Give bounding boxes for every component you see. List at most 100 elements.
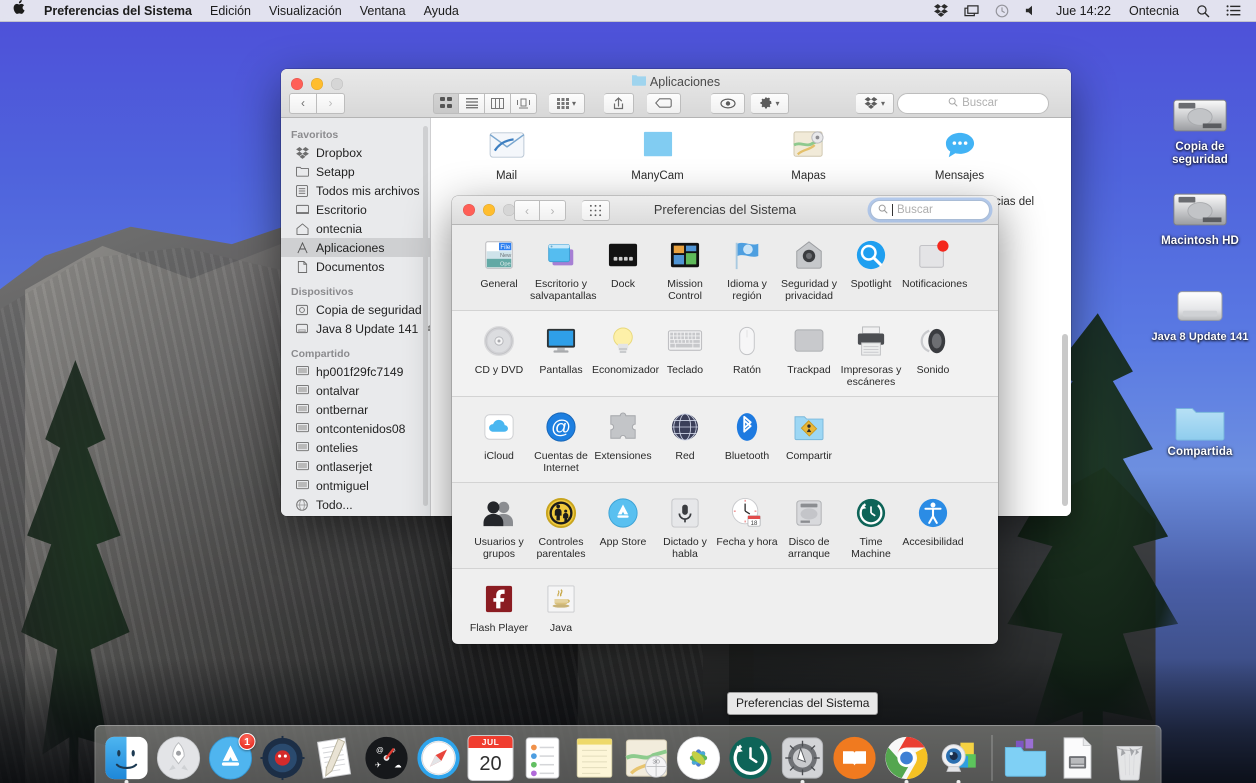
pref-java[interactable]: Java [530,579,592,635]
dock-item-downloads-stack[interactable] [1055,735,1101,781]
sidebar-item-todos-mis-archivos[interactable]: Todos mis archivos [281,181,430,200]
sysprefs-search-input[interactable]: Buscar [870,200,990,220]
pref-flash-player[interactable]: Flash Player [468,579,530,635]
sidebar-item-hp001f29fc7149[interactable]: hp001f29fc7149 [281,362,430,381]
dock-item-app-store[interactable]: 1 [208,733,256,781]
pref-pantallas[interactable]: Pantallas [530,321,592,388]
finder-item-manycam[interactable]: ManyCam [582,124,733,182]
quicklook-button[interactable] [711,92,745,114]
sysprefs-titlebar[interactable]: ‹ › Preferencias del Sistema Buscar [452,196,998,225]
sidebar-item-ontmiguel[interactable]: ontmiguel [281,476,430,495]
sidebar-item-ontbernar[interactable]: ontbernar [281,400,430,419]
dropbox-icon[interactable] [926,4,956,17]
menu-item-ayuda[interactable]: Ayuda [415,0,468,22]
finder-item-mapas[interactable]: Mapas [733,124,884,182]
sidebar-item-escritorio[interactable]: Escritorio [281,200,430,219]
dock-item-textedit[interactable] [312,735,358,781]
back-button[interactable]: ‹ [289,92,317,114]
sidebar-item-ontelies[interactable]: ontelies [281,438,430,457]
sidebar-scrollbar[interactable] [423,126,428,506]
dock-item-notes[interactable] [572,735,618,781]
view-mode-buttons[interactable] [433,92,537,114]
share-button[interactable] [604,92,634,114]
dock-item-manycam[interactable] [936,735,982,783]
sidebar-item-ontecnia[interactable]: ontecnia [281,219,430,238]
pref-dock[interactable]: Dock [592,235,654,302]
nav-buttons[interactable]: ‹ › [289,92,345,114]
sidebar-item-todo[interactable]: Todo... [281,495,430,514]
action-menu-button[interactable]: ▾ [751,92,789,114]
dock[interactable]: 1 @♪✈☁ JUL 20 30 [94,725,1162,783]
finder-sidebar[interactable]: Favoritos Dropbox Setapp Todos mis archi… [281,118,431,516]
desktop-icon-copia-de-seguridad[interactable]: Copia de seguridad [1148,78,1252,166]
sidebar-item-ontalvar[interactable]: ontalvar [281,381,430,400]
dock-item-photos[interactable] [676,735,722,781]
system-preferences-window[interactable]: ‹ › Preferencias del Sistema Buscar File… [452,196,998,644]
dock-item-time-machine[interactable] [728,735,774,781]
pref-impresoras-y-escaneres[interactable]: Impresoras y escáneres [840,321,902,388]
pref-general[interactable]: File New Ope General [468,235,530,302]
arrange-button[interactable]: ▾ [549,92,585,114]
sidebar-item-ontcontenidos08[interactable]: ontcontenidos08 [281,419,430,438]
desktop-icon-compartida[interactable]: Compartida [1148,383,1252,459]
dock-item-dashboard[interactable]: @♪✈☁ [364,735,410,781]
pref-icloud[interactable]: iCloud [468,407,530,474]
pref-mission-control[interactable]: Mission Control [654,235,716,302]
displays-mirror-icon[interactable] [956,4,987,17]
sidebar-item-aplicaciones[interactable]: Aplicaciones [281,238,430,257]
sidebar-item-copia-de-seguridad[interactable]: Copia de seguridad [281,300,430,319]
dock-item-finder[interactable] [104,735,150,783]
dock-item-documents-folder[interactable] [1003,735,1049,781]
apple-logo-icon[interactable] [8,0,35,22]
pref-trackpad[interactable]: Trackpad [778,321,840,388]
pref-bluetooth[interactable]: Bluetooth [716,407,778,474]
column-view-button[interactable] [485,92,511,114]
finder-item-mensajes[interactable]: Mensajes [884,124,1035,182]
content-scrollbar[interactable] [1062,334,1068,506]
dock-item-antivirus[interactable] [260,735,306,781]
sidebar-item-ontlaserjet[interactable]: ontlaserjet [281,457,430,476]
sidebar-item-documentos[interactable]: Documentos [281,257,430,276]
finder-toolbar[interactable]: ‹ › ▾ ▾ ▾ Buscar [281,89,1071,117]
list-icon[interactable] [1218,4,1249,17]
finder-search-input[interactable]: Buscar [897,92,1049,114]
tag-button[interactable] [647,92,681,114]
pref-economizador[interactable]: Economizador [592,321,659,388]
forward-button[interactable]: › [317,92,345,114]
dock-item-safari[interactable] [416,735,462,781]
pref-app-store[interactable]: App Store [592,493,654,560]
volume-icon[interactable] [1017,4,1047,17]
icon-view-button[interactable] [433,92,459,114]
pref-sonido[interactable]: Sonido [902,321,964,388]
dock-item-chrome[interactable] [884,735,930,783]
pref-accesibilidad[interactable]: Accesibilidad [902,493,964,560]
pref-controles-parentales[interactable]: Controles parentales [530,493,592,560]
menu-item-visualizacion[interactable]: Visualización [260,0,351,22]
pref-compartir[interactable]: Compartir [778,407,840,474]
pref-spotlight[interactable]: Spotlight [840,235,902,302]
pref-escritorio-y-salvapantallas[interactable]: Escritorio y salvapantallas [530,235,597,302]
desktop-icon-macintosh-hd[interactable]: Macintosh HD [1148,172,1252,248]
dock-item-ibooks[interactable] [832,735,878,781]
finder-titlebar[interactable]: Aplicaciones ‹ › ▾ ▾ ▾ Buscar [281,69,1071,118]
pref-dictado-y-habla[interactable]: Dictado y habla [654,493,716,560]
menu-item-edicion[interactable]: Edición [201,0,260,22]
dock-item-reminders[interactable] [520,735,566,781]
search-icon[interactable] [1188,4,1218,18]
pref-disco-de-arranque[interactable]: Disco de arranque [778,493,840,560]
desktop-icon-java-8-update-141[interactable]: Java 8 Update 141 [1148,268,1252,344]
pref-fecha-y-hora[interactable]: 18 Fecha y hora [716,493,778,560]
pref-cuentas-de-internet[interactable]: @ Cuentas de Internet [530,407,592,474]
pref-red[interactable]: Red [654,407,716,474]
menubar-user[interactable]: Ontecnia [1120,0,1188,22]
dock-item-calendar[interactable]: JUL 20 [467,735,514,781]
menu-bar[interactable]: Preferencias del Sistema Edición Visuali… [0,0,1256,22]
list-view-button[interactable] [459,92,485,114]
menubar-clock[interactable]: Jue 14:22 [1047,0,1120,22]
pref-time-machine[interactable]: Time Machine [840,493,902,560]
dock-item-launchpad[interactable] [156,735,202,781]
finder-item-mail[interactable]: Mail [431,124,582,182]
coverflow-view-button[interactable] [511,92,537,114]
pref-seguridad-y-privacidad[interactable]: Seguridad y privacidad [778,235,840,302]
sidebar-item-setapp[interactable]: Setapp [281,162,430,181]
